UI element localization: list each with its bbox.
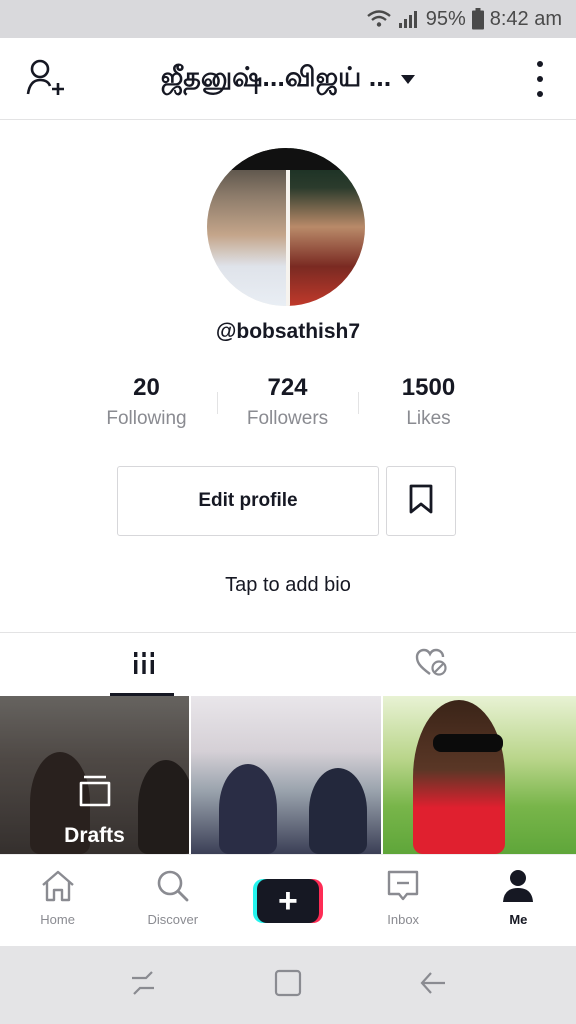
following-count: 20 [133, 374, 160, 401]
video-grid: Drafts [0, 696, 576, 854]
bottom-nav: Home Discover + Inbox Me [0, 854, 576, 946]
bookmark-icon [409, 484, 433, 519]
account-switcher[interactable]: ஜீதனுஷ்...விஜய் ... [0, 38, 576, 120]
bookmark-button[interactable] [386, 466, 456, 536]
nav-discover[interactable]: Discover [115, 855, 230, 947]
nav-create[interactable]: + [230, 855, 345, 947]
inbox-icon [386, 869, 420, 908]
stat-following[interactable]: 20 Following [76, 372, 217, 442]
nav-inbox-label: Inbox [387, 912, 420, 927]
following-label: Following [106, 408, 187, 429]
system-nav-bar [0, 946, 576, 1024]
hidden-likes-icon [415, 648, 449, 683]
home-icon [40, 869, 76, 908]
likes-count: 1500 [401, 374, 456, 401]
sunglasses [433, 734, 503, 752]
status-bar: 95% 8:42 am [0, 0, 576, 38]
tab-liked[interactable] [288, 633, 576, 697]
likes-label: Likes [406, 408, 451, 429]
create-button[interactable]: + [252, 879, 323, 923]
wifi-icon [366, 9, 392, 29]
username: @bobsathish7 [215, 320, 361, 343]
stat-divider [358, 392, 359, 414]
video-thumbnail[interactable] [383, 696, 576, 854]
battery-icon [471, 8, 484, 30]
nav-home[interactable]: Home [0, 855, 115, 947]
edit-profile-button[interactable]: Edit profile [117, 466, 379, 536]
recent-apps-icon[interactable] [128, 968, 158, 1003]
nav-discover-label: Discover [147, 912, 199, 927]
content-tabs [0, 632, 576, 696]
drafts-label: Drafts [64, 824, 125, 847]
clock: 8:42 am [489, 7, 562, 30]
video-thumbnail[interactable] [191, 696, 381, 854]
more-options-icon[interactable] [534, 61, 546, 97]
profile-header: ஜீதனுஷ்...விஜய் ... [0, 38, 576, 120]
profile-stats: 20 Following 724 Followers 1500 Likes [76, 372, 500, 442]
avatar-photo-right [289, 148, 365, 306]
signal-icon [398, 9, 420, 29]
stat-likes[interactable]: 1500 Likes [358, 372, 499, 442]
followers-count: 724 [267, 374, 308, 401]
avatar[interactable] [207, 148, 365, 306]
plus-icon: + [256, 879, 319, 923]
nav-me-label: Me [509, 912, 528, 927]
stat-followers[interactable]: 724 Followers [217, 372, 358, 442]
tab-videos[interactable] [0, 633, 288, 697]
caret-down-icon [401, 74, 416, 84]
nav-inbox[interactable]: Inbox [346, 855, 461, 947]
drafts-icon [78, 775, 112, 814]
stat-divider [217, 392, 218, 414]
grid-icon [131, 650, 157, 681]
drafts-tile[interactable]: Drafts [0, 696, 189, 854]
person-icon [502, 869, 534, 908]
search-icon [156, 869, 190, 908]
battery-percent: 95% [425, 7, 466, 30]
bio-prompt[interactable]: Tap to add bio [0, 574, 576, 597]
back-icon[interactable] [418, 968, 448, 1003]
avatar-photo-left [207, 148, 287, 306]
followers-label: Followers [246, 408, 329, 429]
account-name: ஜீதனுஷ்...விஜய் ... [160, 61, 392, 92]
nav-me[interactable]: Me [461, 855, 576, 947]
home-nav-icon[interactable] [273, 968, 303, 1003]
nav-home-label: Home [40, 912, 75, 927]
